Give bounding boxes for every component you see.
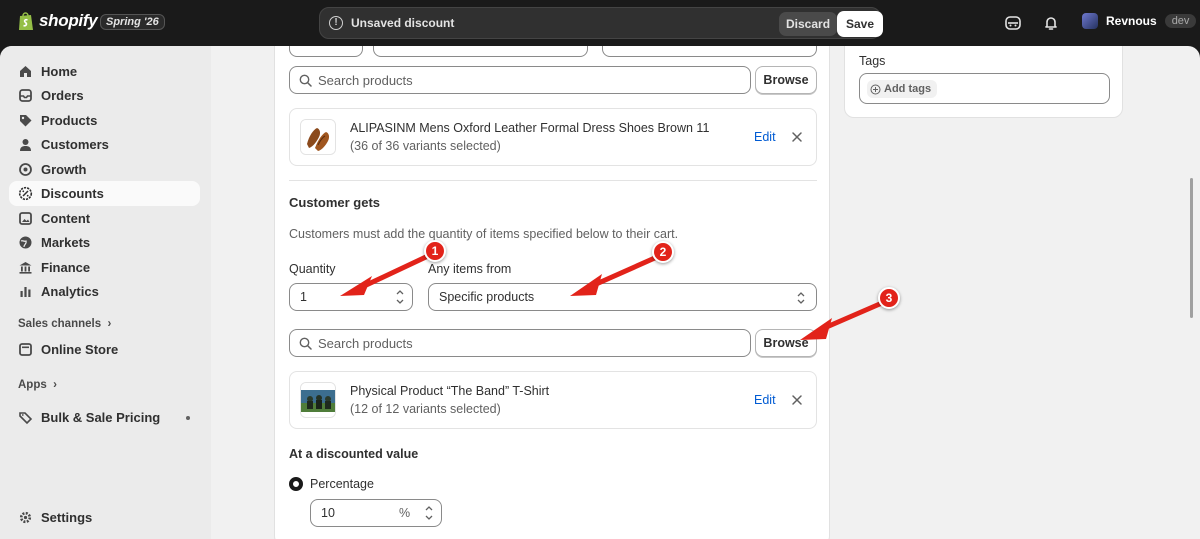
- annotation-arrows: [340, 253, 885, 340]
- annotation-number-3: 3: [878, 287, 900, 309]
- annotation-arrow-1: [340, 253, 431, 296]
- annotation-number-1: 1: [424, 240, 446, 262]
- annotation-arrow-3: [800, 300, 885, 340]
- annotation-arrow-2: [570, 254, 660, 296]
- annotation-number-2: 2: [652, 241, 674, 263]
